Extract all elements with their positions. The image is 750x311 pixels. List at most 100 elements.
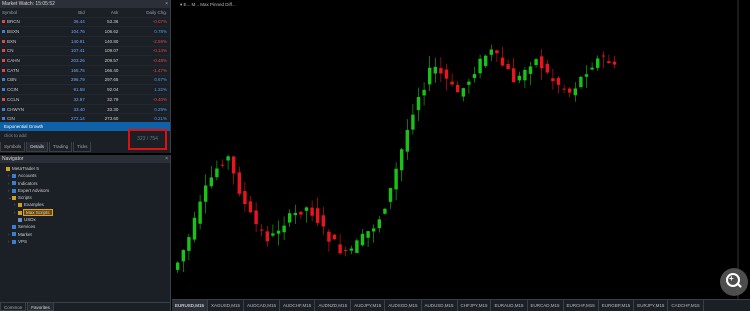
chart-tab[interactable]: AUDUSD,M15 xyxy=(422,300,458,311)
table-row[interactable]: CATN 165.75 166.40 -1.47% xyxy=(2,64,169,76)
candle-body xyxy=(254,210,258,225)
symbol-cell: BRCN xyxy=(2,16,54,27)
candle-body xyxy=(310,207,314,216)
folder-icon xyxy=(12,239,16,244)
candle-body xyxy=(428,67,432,85)
candle-body xyxy=(607,61,611,64)
tab-symbols[interactable]: Symbols xyxy=(0,142,26,152)
symbol-label: CBN xyxy=(7,77,17,83)
table-row[interactable]: CAHN 203.26 209.57 -0.48% xyxy=(2,55,169,66)
navigator-item[interactable]: › Examples xyxy=(2,201,168,208)
symbol-label: CIN xyxy=(7,116,15,122)
market-watch-panel: Market Watch: 15:05:52 × Symbol Bid Ask … xyxy=(0,0,171,153)
column-header-daily-change[interactable]: Daily Chg. xyxy=(120,8,169,17)
direction-icon xyxy=(2,59,5,63)
chart-tab[interactable]: AUDCAD,M15 xyxy=(244,300,281,311)
tab-trading[interactable]: Trading xyxy=(49,142,73,152)
zoom-icon[interactable]: + xyxy=(720,268,748,296)
navigator-item[interactable]: › VPS xyxy=(2,238,168,245)
candle-body xyxy=(215,168,219,178)
candle-body xyxy=(366,231,370,238)
bid-cell: 32.97 xyxy=(53,94,87,105)
table-row[interactable]: BXN 140.91 140.80 -2.59% xyxy=(2,35,169,47)
zoom-glyph: + xyxy=(729,274,734,283)
direction-icon xyxy=(2,39,5,43)
candle-body xyxy=(523,69,527,81)
tab-favorites[interactable]: Favorites xyxy=(27,303,54,311)
table-row[interactable]: CBN 296.79 297.65 0.67% xyxy=(2,74,169,85)
navigator-item[interactable]: › Expert Advisors xyxy=(2,187,168,194)
symbol-label: BXN xyxy=(7,38,17,44)
chart-tab[interactable]: EURJPY,M15 xyxy=(634,300,669,311)
navigator-item[interactable]: › Indicators xyxy=(2,180,168,187)
navigator-item[interactable]: ⌄ Scripts xyxy=(2,194,168,201)
candle-body xyxy=(276,230,281,234)
candle-body xyxy=(500,57,505,66)
table-row[interactable]: CCLN 32.97 32.79 -0.40% xyxy=(2,94,169,105)
close-icon[interactable]: × xyxy=(165,155,168,163)
navigator-item[interactable]: USDx xyxy=(2,216,168,223)
navigator-item[interactable]: › Market xyxy=(2,231,168,238)
chg-cell: -2.59% xyxy=(120,35,169,47)
table-row[interactable]: BSXN 104.76 106.62 0.78% xyxy=(2,26,169,37)
direction-icon xyxy=(2,68,5,72)
candle-body xyxy=(316,208,320,223)
chart-tab[interactable]: XAGUSD,M15 xyxy=(208,300,245,311)
chart-tab[interactable]: AUDJPY,M15 xyxy=(351,300,386,311)
ask-cell: 297.65 xyxy=(86,74,121,85)
table-row[interactable]: CCIN 91.58 92.04 1.32% xyxy=(2,84,169,95)
chart-tab[interactable]: EURAUD,M15 xyxy=(491,300,528,311)
ask-cell: 32.79 xyxy=(86,94,121,105)
ask-cell: 53.36 xyxy=(86,16,121,27)
table-row[interactable]: CN 107.41 109.07 -0.14% xyxy=(2,45,169,56)
folder-icon xyxy=(6,166,10,171)
navigator-item-label: VPS xyxy=(18,238,28,244)
candle-body xyxy=(573,88,577,96)
chart-tab[interactable]: AUDCHF,M15 xyxy=(280,300,316,311)
close-icon[interactable]: × xyxy=(165,0,168,8)
candle-body xyxy=(394,168,398,190)
chart-tab[interactable]: EURCHF,M15 xyxy=(564,300,599,311)
tab-ticks[interactable]: Ticks xyxy=(73,142,92,152)
direction-icon xyxy=(2,78,5,82)
chart-tab[interactable]: AUDSGD,M15 xyxy=(385,300,422,311)
quotes-header-row: Symbol Bid Ask Daily Chg. xyxy=(2,8,169,17)
chart-tab[interactable]: EURUSD,M15 xyxy=(172,300,209,311)
candlestick-canvas[interactable] xyxy=(172,0,750,299)
candle-body xyxy=(176,262,180,270)
chart-tab[interactable]: CHFJPY,M15 xyxy=(458,300,492,311)
navigator-item-label: USDx xyxy=(24,217,36,223)
candle-body xyxy=(433,66,437,74)
tab-common[interactable]: Common xyxy=(0,303,27,311)
chg-cell: 1.32% xyxy=(120,84,169,95)
candle-body xyxy=(528,66,533,74)
chart-tab[interactable]: EURCAD,M15 xyxy=(528,300,564,311)
candle-body xyxy=(271,233,275,236)
quotes-table: Symbol Bid Ask Daily Chg. BRCN 36.44 53.36… xyxy=(2,8,169,124)
navigator-item[interactable]: MetaTrader 5 xyxy=(2,165,168,172)
tab-details[interactable]: Details xyxy=(26,142,49,152)
chart-tab[interactable]: CADCHF,M15 xyxy=(668,300,704,311)
chart-tab[interactable]: AUDNZD,M15 xyxy=(315,300,352,311)
column-header-bid[interactable]: Bid xyxy=(53,8,87,17)
navigator-item[interactable]: › Accounts xyxy=(2,172,168,179)
chart-tab[interactable]: EURGBP,M15 xyxy=(599,300,635,311)
candle-body xyxy=(260,229,264,231)
symbol-label: CCIN xyxy=(7,87,18,93)
direction-icon xyxy=(2,88,5,92)
symbol-label: BSXN xyxy=(7,29,20,35)
ask-cell: 92.04 xyxy=(86,84,121,95)
candle-body xyxy=(512,68,516,83)
table-row[interactable]: BRCN 36.44 53.36 -0.07% xyxy=(2,16,169,27)
column-header-symbol[interactable]: Symbol xyxy=(2,8,53,17)
candle-body xyxy=(204,185,208,202)
candle-body xyxy=(355,240,359,253)
navigator-item[interactable]: Services xyxy=(2,223,168,230)
navigator-item[interactable]: › Max Scripts xyxy=(2,208,168,216)
ask-cell: 106.62 xyxy=(86,26,121,37)
column-header-ask[interactable]: Ask xyxy=(87,8,121,17)
folder-icon xyxy=(12,196,16,200)
candle-body xyxy=(360,233,365,246)
price-chart[interactable]: ▾ E... M... Max Pinned Diff... EURUSD,M1… xyxy=(172,0,750,311)
table-row[interactable]: CHWYN 33.40 33.30 0.29% xyxy=(2,103,169,114)
